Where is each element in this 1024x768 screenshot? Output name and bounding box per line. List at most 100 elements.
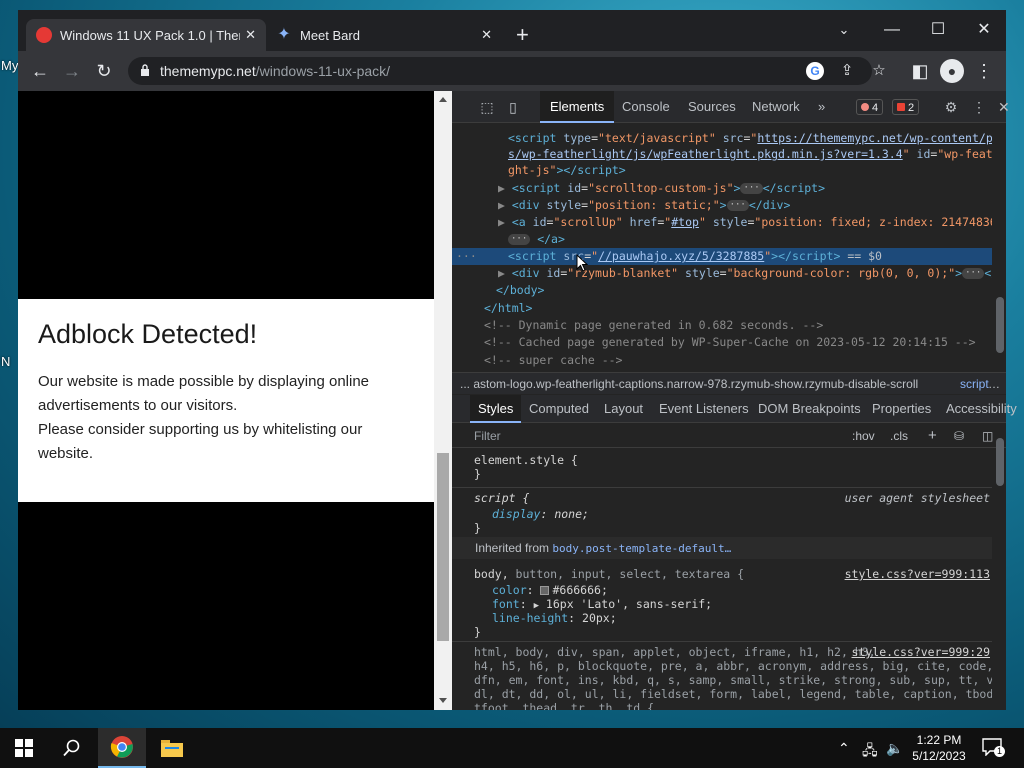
dom-node[interactable]: ▶ <a id="scrollUp" href="#top" style="po…: [452, 214, 992, 231]
dom-comment[interactable]: <!-- super cache -->: [452, 352, 992, 369]
decl-line-height[interactable]: line-height: 20px;: [452, 611, 992, 625]
breadcrumb[interactable]: ... astom-logo.wp-featherlight-captions.…: [452, 372, 1006, 394]
bookmark-star-icon[interactable]: ☆: [870, 62, 888, 80]
tab-windows-11-ux-pack[interactable]: Windows 11 UX Pack 1.0 | Theme ✕: [26, 19, 266, 51]
decl-color[interactable]: color: #666666;: [452, 583, 992, 597]
inspect-element-icon[interactable]: ⬚: [478, 98, 496, 116]
google-lens-icon[interactable]: G: [806, 62, 824, 80]
device-toolbar-icon[interactable]: ▯: [504, 98, 522, 116]
rule-body[interactable]: body, button, input, select, textarea {s…: [452, 567, 992, 581]
new-rule-plus-icon[interactable]: +: [928, 424, 937, 448]
filter-input[interactable]: Filter: [474, 424, 501, 448]
dom-node[interactable]: </html>: [452, 300, 992, 317]
show-hidden-icons-chevron-icon[interactable]: ⌃: [838, 740, 850, 757]
more-tabs-button[interactable]: »: [808, 91, 835, 123]
new-tab-button[interactable]: +: [516, 24, 529, 46]
close-devtools-icon[interactable]: ✕: [998, 98, 1010, 116]
notifications-button[interactable]: 1: [982, 738, 1005, 758]
tab-search-chevron-icon[interactable]: ⌄: [826, 16, 862, 44]
close-tab-icon[interactable]: ✕: [481, 27, 492, 43]
desktop-icon-label[interactable]: My: [1, 58, 18, 73]
page-scroll-thumb[interactable]: [437, 453, 449, 641]
dom-node[interactable]: ▶ <div style="position: static;"> ··· </di…: [452, 197, 992, 214]
taskbar-file-explorer[interactable]: [148, 728, 196, 768]
adblock-modal: Adblock Detected! Our website is made po…: [18, 299, 434, 502]
network-icon[interactable]: 🖧: [862, 740, 878, 764]
toggle-sidebar-icon[interactable]: ◫: [982, 424, 993, 448]
dom-scrollbar[interactable]: [994, 124, 1006, 370]
tab-sources[interactable]: Sources: [678, 91, 746, 123]
profile-avatar-icon[interactable]: ●: [940, 59, 964, 83]
page-scrollbar[interactable]: [434, 91, 452, 710]
close-tab-icon[interactable]: ✕: [245, 27, 256, 43]
reload-icon[interactable]: ↻: [92, 59, 116, 83]
inherited-selector-link[interactable]: body.post-template-default…: [552, 542, 731, 555]
close-window-button[interactable]: ✕: [966, 16, 1002, 44]
breadcrumb-current[interactable]: script: [960, 373, 989, 394]
scroll-up-arrow-icon[interactable]: [439, 97, 447, 102]
tab-meet-bard[interactable]: ✦ Meet Bard ✕: [266, 19, 502, 51]
cls-toggle[interactable]: .cls: [890, 424, 908, 448]
styles-scrollbar[interactable]: [994, 424, 1006, 710]
expand-triangle-icon[interactable]: ▶: [534, 601, 539, 611]
search-icon: [63, 739, 80, 757]
styles-scroll-thumb[interactable]: [996, 438, 1004, 486]
devtools-tab-bar: ⬚ ▯ Elements Console Sources Network » 4…: [452, 91, 1010, 123]
divider: [452, 641, 992, 642]
reset-rule-source-link[interactable]: style.css?ver=999:29: [852, 645, 990, 659]
body-rule-source-link[interactable]: style.css?ver=999:113: [845, 567, 990, 581]
color-swatch[interactable]: [540, 586, 550, 595]
dom-node[interactable]: ▶ <script id="scrolltop-custom-js"> ··· </…: [452, 180, 992, 197]
styles-tab-bar: Styles Computed Layout Event Listeners D…: [452, 395, 1017, 423]
taskbar-chrome[interactable]: [98, 728, 146, 768]
maximize-button[interactable]: ☐: [920, 16, 956, 44]
search-button[interactable]: [48, 728, 96, 768]
dom-node[interactable]: ▶ <div id="rzymub-blanket" style="backgr…: [452, 265, 992, 282]
rule-reset[interactable]: html, body, div, span, applet, object, i…: [452, 645, 992, 659]
tab-console[interactable]: Console: [612, 91, 680, 123]
tab-dom-breakpoints[interactable]: DOM Breakpoints: [750, 395, 869, 423]
tab-layout[interactable]: Layout: [596, 395, 651, 423]
dom-node[interactable]: <script type="text/javascript" src="http…: [452, 130, 992, 147]
volume-icon[interactable]: 🔈: [886, 740, 903, 757]
menu-kebab-icon[interactable]: ⋮: [972, 59, 996, 83]
tab-network[interactable]: Network: [742, 91, 810, 123]
address-bar[interactable]: thememypc.net/windows-11-ux-pack/ G ⇪ ☆: [128, 57, 886, 85]
rule-script[interactable]: script {user agent stylesheet: [452, 491, 992, 505]
tab-elements[interactable]: Elements: [540, 91, 615, 123]
hov-toggle[interactable]: :hov: [852, 424, 875, 448]
paint-bucket-icon[interactable]: ⛁: [954, 424, 964, 448]
share-icon[interactable]: ⇪: [838, 62, 856, 80]
breadcrumb-path[interactable]: ... astom-logo.wp-featherlight-captions.…: [452, 377, 918, 391]
tab-accessibility[interactable]: Accessibility: [938, 395, 1024, 423]
desktop-icon-label[interactable]: N: [1, 354, 10, 369]
minimize-button[interactable]: —: [874, 16, 910, 44]
settings-gear-icon[interactable]: ⚙: [942, 98, 960, 116]
issues-badge[interactable]: 2: [892, 99, 920, 115]
errors-badge[interactable]: 4: [856, 99, 884, 115]
forward-arrow-icon[interactable]: →: [60, 59, 84, 83]
dom-comment[interactable]: <!-- Cached page generated by WP-Super-C…: [452, 334, 992, 351]
styles-pane[interactable]: element.style { } script {user agent sty…: [452, 449, 992, 710]
tab-event-listeners[interactable]: Event Listeners: [651, 395, 757, 423]
dom-scroll-thumb[interactable]: [996, 297, 1004, 353]
side-panel-icon[interactable]: ◧: [908, 59, 932, 83]
devtools-menu-icon[interactable]: ⋮: [970, 98, 988, 116]
tab-computed[interactable]: Computed: [521, 395, 597, 423]
system-clock[interactable]: 1:22 PM 5/12/2023: [906, 732, 972, 764]
tab-styles[interactable]: Styles: [470, 395, 522, 423]
modal-message-1: Our website is made possible by displayi…: [38, 373, 370, 414]
dom-node-cont: s/wp-featherlight/js/wpFeatherlight.pkgd…: [508, 147, 992, 161]
start-button[interactable]: [0, 728, 48, 768]
dom-node[interactable]: </body>: [452, 282, 992, 299]
dom-comment[interactable]: <!-- Dynamic page generated in 0.682 sec…: [452, 317, 992, 334]
dom-tree[interactable]: <script type="text/javascript" src="http…: [452, 124, 992, 370]
breadcrumb-more-icon[interactable]: …: [988, 373, 1000, 394]
scroll-down-arrow-icon[interactable]: [439, 698, 447, 703]
decl-font[interactable]: font: ▶ 16px 'Lato', sans-serif;: [452, 597, 992, 611]
rule-element-style[interactable]: element.style {: [452, 453, 992, 467]
dom-node-selected[interactable]: ··· <script src="//pauwhajo.xyz/5/3287885…: [452, 248, 992, 265]
tab-properties[interactable]: Properties: [864, 395, 939, 423]
decl-display[interactable]: display: none;: [452, 507, 992, 521]
back-arrow-icon[interactable]: ←: [28, 59, 52, 83]
